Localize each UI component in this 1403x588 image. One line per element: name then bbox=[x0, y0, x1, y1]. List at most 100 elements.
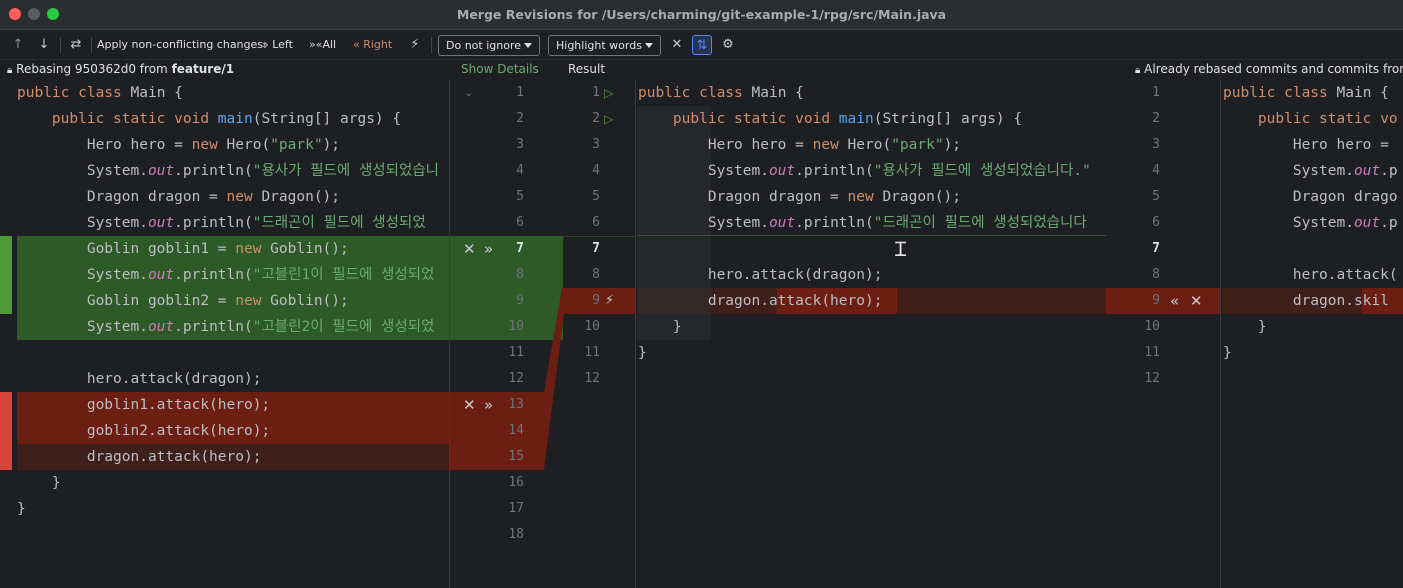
line-number: 1 bbox=[516, 85, 524, 100]
line-number: 1 bbox=[592, 85, 600, 100]
show-details-link[interactable]: Show Details bbox=[461, 62, 539, 76]
arrow-down-icon[interactable]: ↓ bbox=[34, 35, 54, 55]
gear-icon[interactable]: ⚙ bbox=[718, 35, 738, 55]
ignore-whitespace-dropdown[interactable]: Do not ignore bbox=[438, 35, 540, 56]
line-number: 9 bbox=[1152, 293, 1160, 308]
apply-all-button[interactable]: »«All bbox=[309, 30, 336, 60]
lock-icon: 🔒︎ bbox=[1135, 65, 1141, 76]
code-line: System.out.println("고블린2이 필드에 생성되었 bbox=[17, 319, 435, 335]
window-title: Merge Revisions for /Users/charming/git-… bbox=[456, 7, 947, 22]
code-line: Hero hero = bbox=[1223, 137, 1398, 153]
code-line: System.out.println("용사가 필드에 생성되었습니다." bbox=[638, 163, 1091, 179]
line-number: 3 bbox=[516, 137, 524, 152]
line-number: 5 bbox=[516, 189, 524, 204]
line-number: 12 bbox=[508, 371, 524, 386]
code-line: public class Main { bbox=[638, 85, 804, 101]
line-number: 15 bbox=[508, 449, 524, 464]
code-line: } bbox=[1223, 319, 1267, 335]
code-line: Hero hero = new Hero("park"); bbox=[17, 137, 341, 153]
panes-header: 🔒︎ Rebasing 950362d0 from feature/1 Show… bbox=[0, 60, 1403, 80]
line-number: 5 bbox=[1152, 189, 1160, 204]
swap-sides-icon[interactable]: ⇄ bbox=[66, 35, 86, 55]
code-line: Goblin goblin2 = new Goblin(); bbox=[17, 293, 349, 309]
line-number: 2 bbox=[592, 111, 600, 126]
code-line: Dragon drago bbox=[1223, 189, 1398, 205]
toolbar: ↑ ↓ ⇄ Apply non-conflicting changes: » L… bbox=[0, 30, 1403, 60]
conflict-gutter-highlight bbox=[1106, 288, 1220, 314]
line-number: 10 bbox=[508, 319, 524, 334]
magic-wand-icon[interactable]: ⚡ bbox=[405, 35, 425, 55]
reject-change-icon[interactable]: ✕ bbox=[1190, 288, 1203, 314]
line-number: 13 bbox=[508, 397, 524, 412]
line-number: 7 bbox=[592, 241, 600, 256]
arrow-up-icon[interactable]: ↑ bbox=[8, 35, 28, 55]
line-number: 8 bbox=[516, 267, 524, 282]
line-number: 18 bbox=[508, 527, 524, 542]
title-bar: Merge Revisions for /Users/charming/git-… bbox=[0, 0, 1403, 30]
right-gutter: « ✕ 1 2 3 4 5 6 7 8 9 10 11 12 bbox=[1106, 80, 1221, 588]
code-line: dragon.attack(hero); bbox=[17, 449, 262, 465]
left-editor-pane[interactable]: public class Main { public static void m… bbox=[0, 80, 449, 588]
line-number: 10 bbox=[1144, 319, 1160, 334]
line-number: 7 bbox=[1152, 241, 1160, 256]
line-number: 11 bbox=[584, 345, 600, 360]
line-number: 4 bbox=[516, 163, 524, 178]
code-line: dragon.attack(hero); bbox=[638, 293, 883, 309]
fold-chevron-icon[interactable]: ⌄ bbox=[464, 80, 473, 106]
line-number: 2 bbox=[516, 111, 524, 126]
right-code: public class Main { public static vo Her… bbox=[1223, 80, 1398, 361]
result-pane-title: Result bbox=[568, 62, 606, 76]
line-number: 9 bbox=[516, 293, 524, 308]
code-line: public class Main { bbox=[17, 85, 183, 101]
left-pane-info: 🔒︎ Rebasing 950362d0 from feature/1 bbox=[7, 62, 235, 76]
code-line: } bbox=[638, 345, 647, 361]
magic-wand-icon[interactable]: ⚡ bbox=[605, 288, 614, 314]
play-run-icon[interactable]: ▷ bbox=[604, 106, 613, 132]
lock-icon: 🔒︎ bbox=[7, 65, 13, 76]
code-line: System.out.println("드래곤이 필드에 생성되었 bbox=[17, 215, 426, 231]
line-number: 4 bbox=[1152, 163, 1160, 178]
code-line: } bbox=[1223, 345, 1232, 361]
line-number: 7 bbox=[516, 241, 524, 256]
highlight-mode-dropdown[interactable]: Highlight words bbox=[548, 35, 661, 56]
double-chevron-left-icon: « bbox=[353, 38, 360, 51]
code-line: } bbox=[17, 475, 61, 491]
merge-gutter: ⌄ ✕ » ✕ » ▷ ▷ ⚡ 1 2 3 4 5 6 7 8 9 10 11 12 13 14 15 16 1… bbox=[449, 80, 636, 588]
code-line: hero.attack(dragon); bbox=[17, 371, 262, 387]
line-number: 16 bbox=[508, 475, 524, 490]
reject-change-icon[interactable]: ✕ bbox=[463, 392, 476, 418]
left-code: public class Main { public static void m… bbox=[17, 80, 439, 517]
code-line: System.out.println("고블린1이 필드에 생성되었 bbox=[17, 267, 435, 283]
double-chevron-right-icon: » bbox=[262, 38, 269, 51]
collapse-unchanged-icon[interactable]: ✕ bbox=[667, 35, 687, 55]
code-line: System.out.p bbox=[1223, 215, 1398, 231]
apply-left-button[interactable]: » Left bbox=[262, 30, 293, 60]
line-number: 11 bbox=[1144, 345, 1160, 360]
apply-right-button[interactable]: « Right bbox=[353, 30, 392, 60]
code-line: System.out.p bbox=[1223, 163, 1398, 179]
line-number: 11 bbox=[508, 345, 524, 360]
line-number: 12 bbox=[1144, 371, 1160, 386]
added-block-marker bbox=[0, 236, 12, 314]
code-line: Dragon dragon = new Dragon(); bbox=[638, 189, 962, 205]
result-code: public class Main { public static void m… bbox=[638, 80, 1091, 361]
code-line: Goblin goblin1 = new Goblin(); bbox=[17, 241, 349, 257]
code-line: System.out.println("용사가 필드에 생성되었습니 bbox=[17, 163, 440, 179]
code-line: System.out.println("드래곤이 필드에 생성되었습니다 bbox=[638, 215, 1087, 231]
result-editor-pane[interactable]: public class Main { public static void m… bbox=[637, 80, 1106, 588]
text-cursor-icon: Ɪ bbox=[895, 237, 907, 261]
code-line: goblin2.attack(hero); bbox=[17, 423, 271, 439]
line-number: 6 bbox=[592, 215, 600, 230]
chevron-down-icon bbox=[645, 43, 653, 48]
code-line: public static vo bbox=[1257, 111, 1398, 127]
play-run-icon[interactable]: ▷ bbox=[604, 80, 613, 106]
code-line: public static void main(String[] args) { bbox=[672, 111, 1023, 127]
accept-right-change-icon[interactable]: « bbox=[1170, 288, 1179, 314]
sync-scroll-icon[interactable]: ⇅ bbox=[692, 35, 712, 55]
line-number: 14 bbox=[508, 423, 524, 438]
right-editor-pane[interactable]: public class Main { public static vo Her… bbox=[1222, 80, 1403, 588]
line-number: 1 bbox=[1152, 85, 1160, 100]
reject-change-icon[interactable]: ✕ bbox=[463, 236, 476, 262]
code-line: Dragon dragon = new Dragon(); bbox=[17, 189, 341, 205]
line-number: 9 bbox=[592, 293, 600, 308]
